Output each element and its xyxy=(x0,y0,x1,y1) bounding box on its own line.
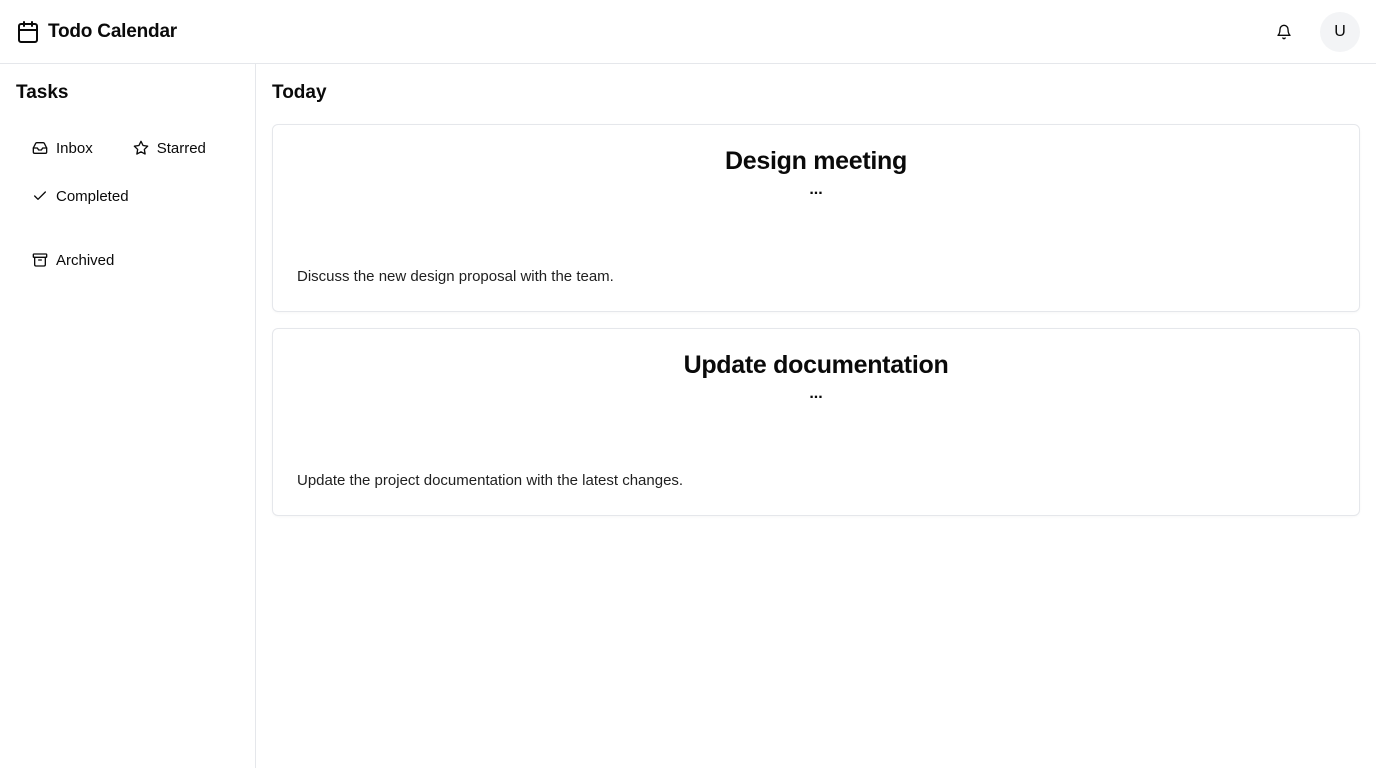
sidebar-item-inbox[interactable]: Inbox xyxy=(16,132,109,164)
page-title: Today xyxy=(272,82,327,103)
calendar-icon xyxy=(16,20,40,44)
task-title: Update documentation xyxy=(683,351,949,379)
header-actions: U xyxy=(1264,11,1360,52)
more-options-button[interactable]: ... xyxy=(796,182,836,198)
archive-icon xyxy=(32,252,48,268)
sidebar-item-starred[interactable]: Starred xyxy=(117,132,222,164)
sidebar-item-label: Starred xyxy=(156,139,206,157)
star-icon xyxy=(133,140,149,156)
sidebar-item-label: Inbox xyxy=(56,139,93,157)
avatar-initial: U xyxy=(1334,22,1346,40)
sidebar-item-label: Completed xyxy=(56,187,129,205)
sidebar-item-label: Archived xyxy=(56,251,115,269)
notifications-button[interactable] xyxy=(1264,12,1304,52)
app-title: Todo Calendar xyxy=(48,20,177,42)
brand: Todo Calendar xyxy=(16,20,177,44)
sidebar-title: Tasks xyxy=(16,82,69,103)
app-header: Todo Calendar U xyxy=(0,0,1376,64)
task-description: Update the project documentation with th… xyxy=(297,472,684,489)
task-card[interactable]: Design meeting ... Discuss the new desig… xyxy=(272,124,1360,312)
main-content: Today Design meeting ... Discuss the new… xyxy=(256,64,1376,768)
bell-icon xyxy=(1276,24,1292,40)
task-description: Discuss the new design proposal with the… xyxy=(297,268,614,285)
inbox-icon xyxy=(32,140,48,156)
sidebar-item-completed[interactable]: Completed xyxy=(16,180,145,212)
task-card[interactable]: Update documentation ... Update the proj… xyxy=(272,328,1360,516)
sidebar: Tasks Inbox Starred Completed Archived xyxy=(0,64,256,768)
more-options-button[interactable]: ... xyxy=(796,386,836,402)
sidebar-item-archived[interactable]: Archived xyxy=(16,244,130,276)
avatar[interactable]: U xyxy=(1320,11,1360,52)
check-icon xyxy=(32,188,48,204)
sidebar-nav: Inbox Starred Completed Archived xyxy=(16,132,240,276)
task-title: Design meeting xyxy=(725,147,907,175)
